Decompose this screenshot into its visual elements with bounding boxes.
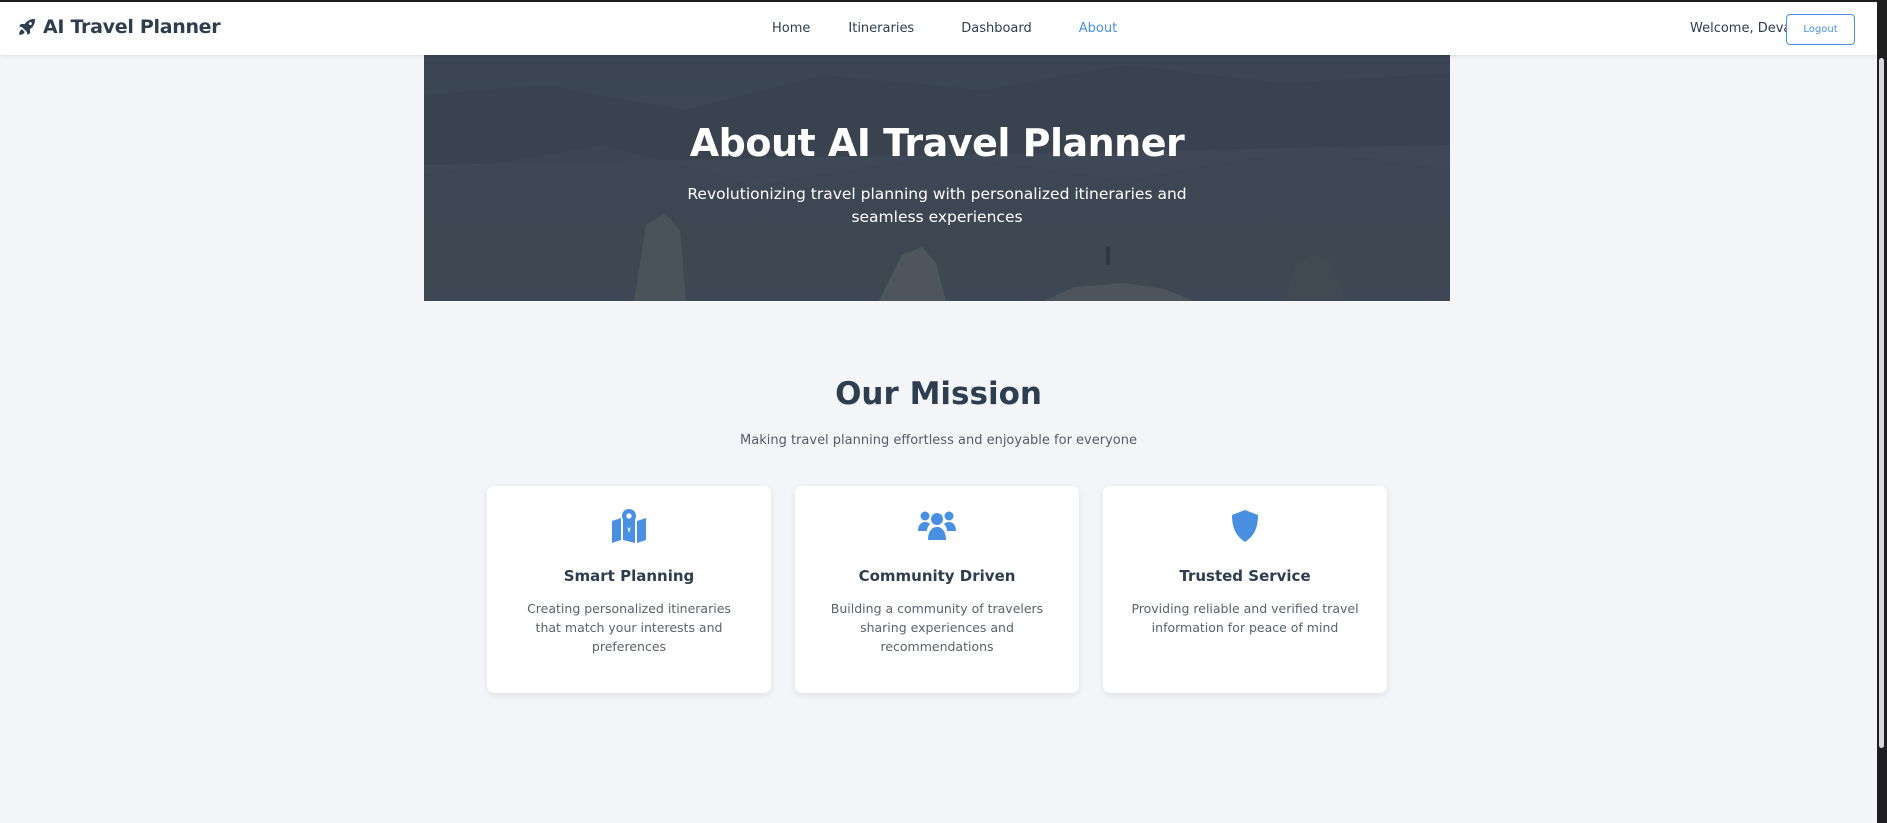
hero-background-image	[424, 55, 1450, 301]
feature-card-smart-planning: Smart Planning Creating personalized iti…	[487, 486, 771, 693]
hero-banner: About AI Travel Planner Revolutionizing …	[424, 55, 1450, 301]
feature-card-trusted-service: Trusted Service Providing reliable and v…	[1103, 486, 1387, 693]
brand-name: AI Travel Planner	[43, 16, 221, 38]
welcome-text: Welcome, Deva	[1690, 21, 1792, 36]
nav-link-home[interactable]: Home	[772, 21, 810, 36]
users-icon	[918, 511, 956, 540]
card-description: Providing reliable and verified travel i…	[1131, 601, 1359, 635]
nav-links: Home Itineraries Dashboard About	[772, 21, 1117, 36]
shield-icon	[1232, 510, 1258, 542]
card-title: Smart Planning	[563, 567, 695, 585]
card-title: Community Driven	[858, 567, 1016, 585]
nav-link-about[interactable]: About	[1079, 21, 1117, 36]
mission-title: Our Mission	[835, 376, 1042, 412]
mission-subtitle: Making travel planning effortless and en…	[740, 433, 1137, 448]
feature-card-community-driven: Community Driven Building a community of…	[795, 486, 1079, 693]
navbar: AI Travel Planner Home Itineraries Dashb…	[0, 2, 1877, 55]
hero-title: About AI Travel Planner	[689, 121, 1185, 165]
brand-logo[interactable]: AI Travel Planner	[17, 16, 221, 38]
logout-button[interactable]: Logout	[1786, 14, 1855, 45]
card-title: Trusted Service	[1179, 567, 1311, 585]
hero-subtitle: Revolutionizing travel planning with per…	[687, 185, 1187, 226]
nav-link-itineraries[interactable]: Itineraries	[848, 21, 914, 36]
map-icon	[612, 509, 646, 543]
scrollbar-thumb[interactable]	[1879, 58, 1884, 748]
card-description: Building a community of travelers sharin…	[830, 601, 1044, 654]
scrollbar[interactable]	[1877, 0, 1887, 823]
card-description: Creating personalized itineraries that m…	[527, 601, 731, 654]
nav-link-dashboard[interactable]: Dashboard	[961, 21, 1032, 36]
rocket-icon	[19, 19, 35, 35]
